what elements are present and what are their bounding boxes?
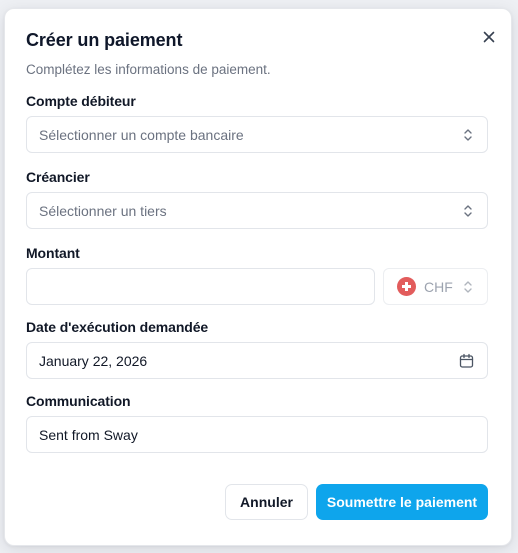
dialog-subtitle: Complétez les informations de paiement. (26, 62, 271, 77)
debtor-account-select[interactable]: Sélectionner un compte bancaire (26, 116, 488, 153)
execution-date-label: Date d'exécution demandée (26, 319, 209, 335)
currency-code: CHF (424, 278, 453, 295)
close-icon (483, 31, 495, 43)
communication-input[interactable]: Sent from Sway (26, 416, 488, 453)
close-button[interactable] (479, 27, 499, 47)
chevron-up-down-icon (463, 279, 473, 295)
submit-payment-button[interactable]: Soumettre le paiement (316, 484, 488, 520)
amount-label: Montant (26, 245, 80, 261)
calendar-icon (459, 353, 474, 368)
communication-label: Communication (26, 393, 131, 409)
dialog-title: Créer un paiement (26, 30, 183, 50)
execution-date-picker[interactable]: January 22, 2026 (26, 342, 488, 379)
amount-input[interactable] (26, 268, 375, 305)
execution-date-value: January 22, 2026 (39, 352, 148, 369)
cancel-button[interactable]: Annuler (225, 484, 308, 520)
debtor-account-placeholder: Sélectionner un compte bancaire (39, 126, 244, 143)
chevron-up-down-icon (463, 203, 473, 219)
creditor-placeholder: Sélectionner un tiers (39, 202, 167, 219)
currency-select[interactable]: CHF (383, 268, 488, 305)
creditor-label: Créancier (26, 169, 90, 185)
creditor-select[interactable]: Sélectionner un tiers (26, 192, 488, 229)
communication-value: Sent from Sway (39, 426, 138, 443)
debtor-account-label: Compte débiteur (26, 93, 136, 109)
swiss-flag-icon (397, 277, 416, 296)
chevron-up-down-icon (463, 127, 473, 143)
